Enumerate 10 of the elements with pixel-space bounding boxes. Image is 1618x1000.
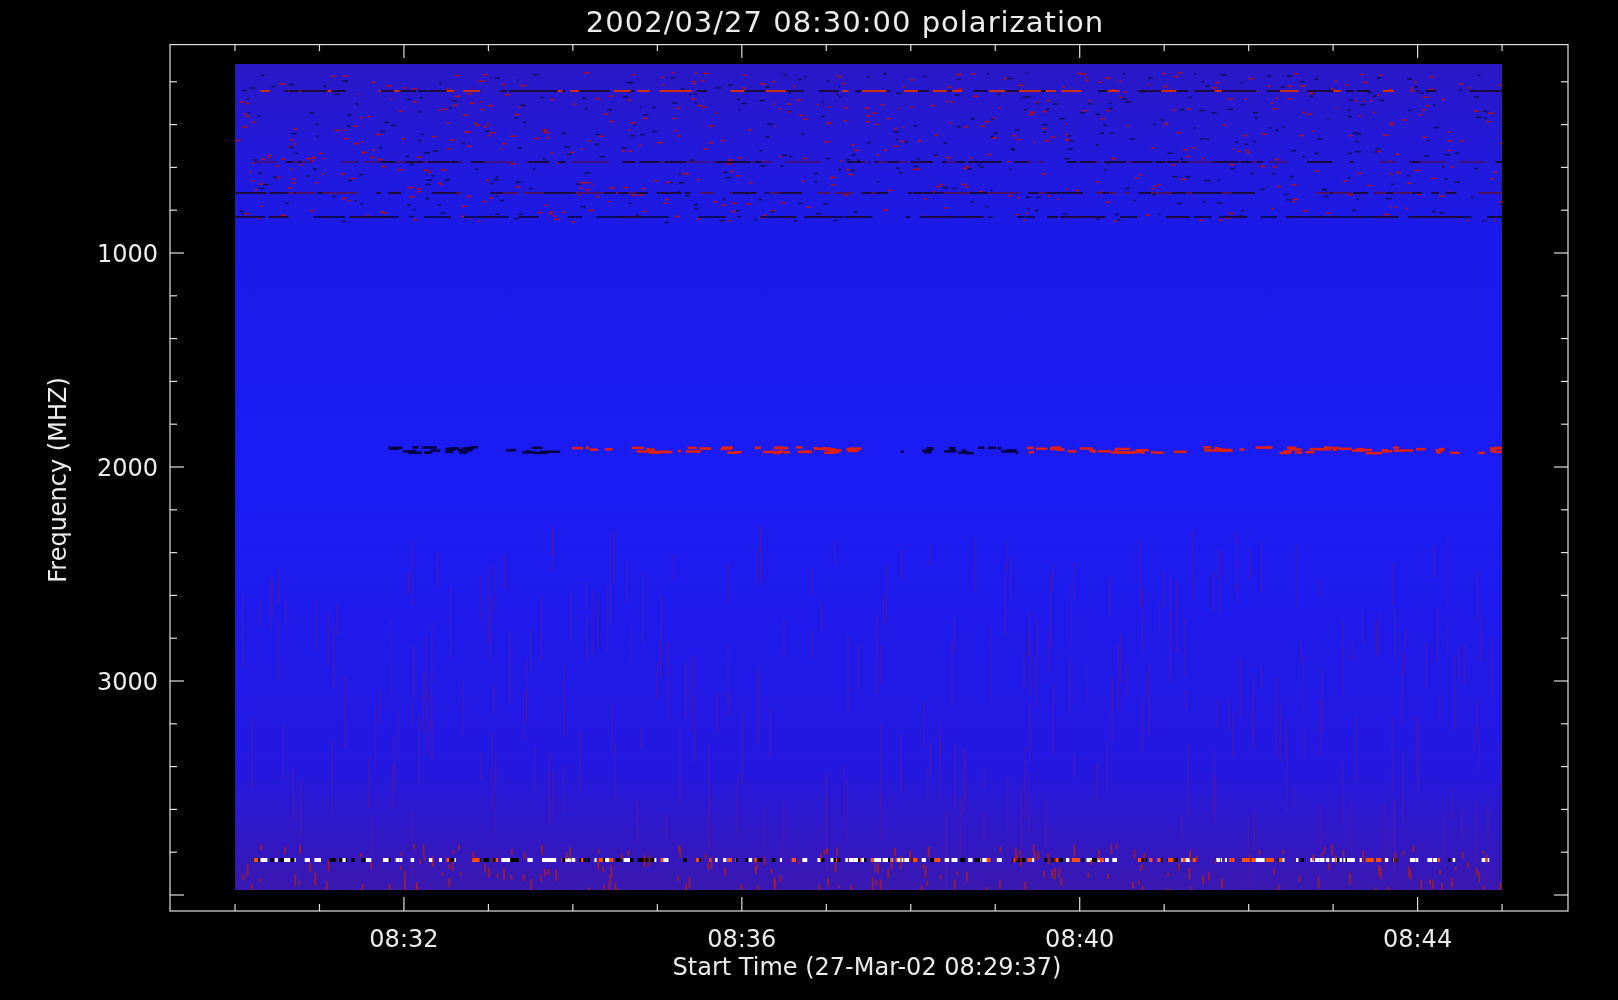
tick-label: 08:36	[707, 925, 777, 953]
tick-label: 08:44	[1383, 925, 1453, 953]
tick-label: 1000	[96, 240, 158, 268]
tick-label: 08:40	[1045, 925, 1115, 953]
tick-label: 08:32	[369, 925, 439, 953]
tick-label: 2000	[96, 454, 158, 482]
axis-label: Frequency (MHZ)	[44, 377, 72, 583]
tick-label: 3000	[96, 668, 158, 696]
plot-title: 2002/03/27 08:30:00 polarization	[584, 5, 1105, 39]
axis-label: Start Time (27-Mar-02 08:29:37)	[672, 953, 1062, 981]
